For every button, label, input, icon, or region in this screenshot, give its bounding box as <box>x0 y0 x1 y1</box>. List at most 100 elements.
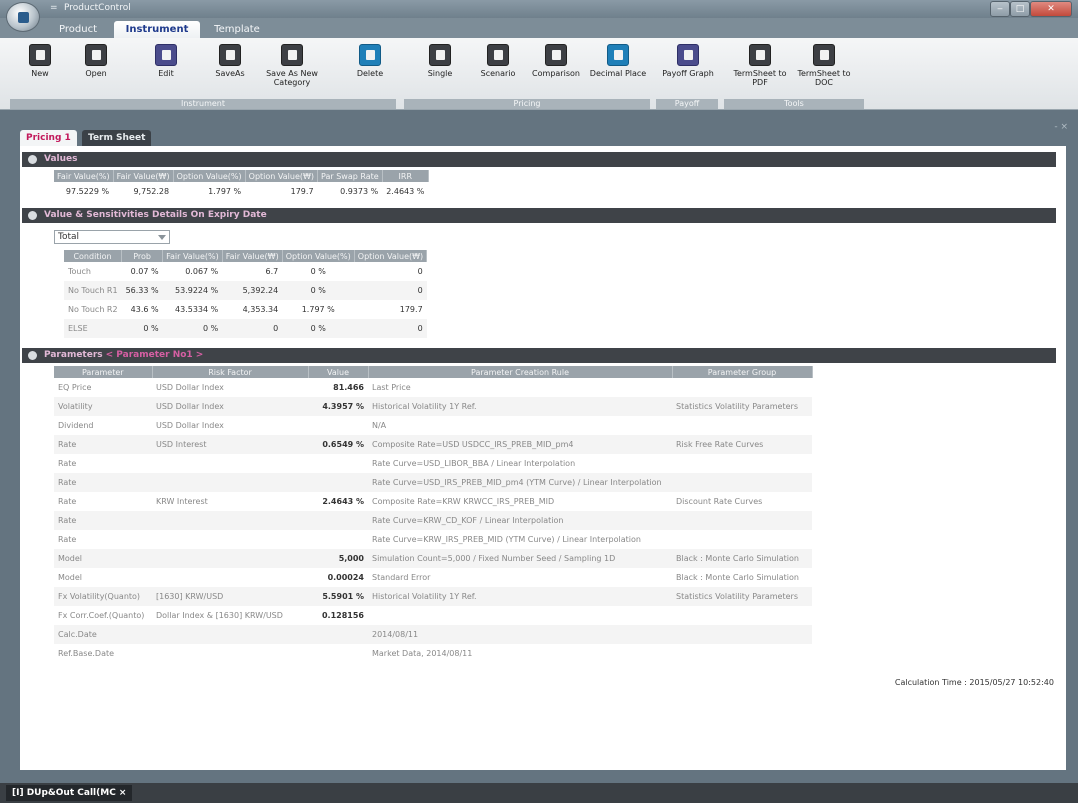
column-header[interactable]: Parameter <box>54 366 153 378</box>
table-row[interactable]: EQ Price USD Dollar Index 81.466 Last Price <box>54 378 812 397</box>
table-row[interactable]: Ref.Base.Date Market Data, 2014/08/11 <box>54 644 812 663</box>
table-cell: 0 % <box>121 319 163 338</box>
column-header[interactable]: Fair Value(%) <box>162 250 223 262</box>
column-header[interactable]: Prob <box>121 250 164 262</box>
pane-controls[interactable]: - × <box>1054 122 1068 132</box>
table-cell: Fx Corr.Coef.(Quanto) <box>58 611 145 620</box>
column-header[interactable]: Option Value(₩) <box>245 170 319 182</box>
table-row[interactable]: Rate Rate Curve=USD_LIBOR_BBA / Linear In… <box>54 454 812 473</box>
table-row[interactable]: Rate Rate Curve=KRW_IRS_PREB_MID (YTM Cur… <box>54 530 812 549</box>
column-header[interactable]: Fair Value(₩) <box>113 170 174 182</box>
column-header[interactable]: Option Value(%) <box>173 170 246 182</box>
column-header[interactable]: Condition <box>64 250 123 262</box>
tab-pricing-1[interactable]: Pricing 1 <box>20 130 77 146</box>
ribbon: New Open Edit SaveAs Save As New Categor… <box>0 38 1078 110</box>
table-cell: Dollar Index & [1630] KRW/USD <box>156 611 283 620</box>
open-document-tab[interactable]: [I] DUp&Out Call(MC × <box>6 785 133 801</box>
details-section-header[interactable]: Value & Sensitivities Details On Expiry … <box>22 208 1056 223</box>
table-cell: Simulation Count=5,000 / Fixed Number Se… <box>368 549 672 568</box>
column-header[interactable]: IRR <box>382 170 429 182</box>
table-cell: USD Dollar Index <box>152 397 308 416</box>
column-header[interactable]: Risk Factor <box>152 366 309 378</box>
table-row[interactable]: Model 0.00024 Standard Error Black : Monte … <box>54 568 812 587</box>
open-button[interactable]: Open <box>66 44 126 78</box>
table-row[interactable]: Rate Rate Curve=KRW_CD_KOF / Linear Inter… <box>54 511 812 530</box>
values-section-header[interactable]: Values <box>22 152 1056 167</box>
calculation-time: Calculation Time : 2015/05/27 10:52:40 <box>894 678 1054 687</box>
minimize-button[interactable]: ‒ <box>990 1 1010 17</box>
condition-filter-select[interactable]: Total <box>54 230 170 244</box>
table-cell: 1.797 % <box>301 305 335 314</box>
column-header[interactable]: Parameter Group <box>672 366 813 378</box>
table-row[interactable]: Fx Volatility(Quanto) [1630] KRW/USD 5.590… <box>54 587 812 606</box>
table-cell: 0.6549 % <box>308 435 368 454</box>
quick-access-toolbar[interactable]: = <box>50 3 58 13</box>
parameters-table: Parameter Risk Factor Value Parameter Cr… <box>54 366 813 663</box>
table-row[interactable]: Touch 0.07 % 0.067 % 6.7 0 % 0 <box>64 262 427 281</box>
tab-product[interactable]: Product <box>50 21 106 38</box>
table-row[interactable]: Dividend USD Dollar Index N/A <box>54 416 812 435</box>
table-row[interactable]: Rate USD Interest 0.6549 % Composite Rate=U… <box>54 435 812 454</box>
save-icon <box>219 44 241 66</box>
table-cell: 0 % <box>282 281 355 300</box>
column-header[interactable]: Parameter Creation Rule <box>368 366 673 378</box>
pdf-icon <box>749 44 771 66</box>
collapse-icon[interactable] <box>28 211 37 220</box>
delete-button[interactable]: Delete <box>340 44 400 78</box>
saveas-button[interactable]: SaveAs <box>200 44 260 78</box>
table-row[interactable]: No Touch R2 43.6 % 43.5334 % 4,353.34 1.… <box>64 300 427 319</box>
parameter-navigator[interactable]: < Parameter No1 > <box>106 350 204 360</box>
close-button[interactable]: ✕ <box>1030 1 1072 17</box>
table-row[interactable]: ELSE 0 % 0 % 0 0 % 0 <box>64 319 427 338</box>
column-header[interactable]: Par Swap Rate <box>317 170 383 182</box>
table-cell: Dividend <box>58 421 94 430</box>
table-cell <box>672 644 812 663</box>
table-cell: Historical Volatility 1Y Ref. <box>368 397 672 416</box>
parameters-section-header[interactable]: Parameters < Parameter No1 > <box>22 348 1056 363</box>
table-row[interactable]: Volatility USD Dollar Index 4.3957 % Histor… <box>54 397 812 416</box>
table-row[interactable]: Calc.Date 2014/08/11 <box>54 625 812 644</box>
column-header[interactable]: Fair Value(₩) <box>222 250 283 262</box>
new-button[interactable]: New <box>10 44 70 78</box>
table-row[interactable]: 97.5229 % 9,752.28 1.797 % 179.7 0.9373 … <box>54 182 428 201</box>
table-cell: Black : Monte Carlo Simulation <box>672 549 812 568</box>
table-row[interactable]: Rate KRW Interest 2.4643 % Composite Rate=K… <box>54 492 812 511</box>
graph-icon <box>677 44 699 66</box>
app-menu-button[interactable] <box>6 2 40 32</box>
comparison-button[interactable]: Comparison <box>526 44 586 78</box>
payoff-graph-button[interactable]: Payoff Graph <box>658 44 718 78</box>
column-header[interactable]: Option Value(₩) <box>354 250 428 262</box>
column-header[interactable]: Fair Value(%) <box>54 170 114 182</box>
chevron-down-icon[interactable] <box>158 235 166 240</box>
edit-icon <box>155 44 177 66</box>
tab-instrument[interactable]: Instrument <box>114 21 200 38</box>
decimal-place-button[interactable]: Decimal Place <box>588 44 648 78</box>
table-row[interactable]: Fx Corr.Coef.(Quanto) Dollar Index & [163… <box>54 606 812 625</box>
table-cell <box>368 606 672 625</box>
tab-template[interactable]: Template <box>204 21 270 38</box>
termsheet-pdf-button[interactable]: TermSheet to PDF <box>730 44 790 87</box>
single-button[interactable]: Single <box>410 44 470 78</box>
collapse-icon[interactable] <box>28 155 37 164</box>
table-cell <box>672 606 812 625</box>
scenario-button[interactable]: Scenario <box>468 44 528 78</box>
table-cell: 0 % <box>162 319 223 338</box>
open-icon <box>85 44 107 66</box>
table-row[interactable]: Model 5,000 Simulation Count=5,000 / Fixed… <box>54 549 812 568</box>
table-row[interactable]: No Touch R1 56.33 % 53.9224 % 5,392.24 0… <box>64 281 427 300</box>
maximize-button[interactable]: □ <box>1010 1 1030 17</box>
table-cell: 0 % <box>310 267 326 276</box>
collapse-icon[interactable] <box>28 351 37 360</box>
table-cell: Rate Curve=USD_LIBOR_BBA / Linear Interp… <box>372 459 576 468</box>
table-cell <box>152 473 308 492</box>
tab-term-sheet[interactable]: Term Sheet <box>82 130 152 146</box>
column-header[interactable]: Option Value(%) <box>282 250 355 262</box>
termsheet-doc-button[interactable]: TermSheet to DOC <box>794 44 854 87</box>
column-header[interactable]: Value <box>308 366 369 378</box>
table-row[interactable]: Rate Rate Curve=USD_IRS_PREB_MID_pm4 (YTM… <box>54 473 812 492</box>
edit-button[interactable]: Edit <box>136 44 196 78</box>
save-new-category-button[interactable]: Save As New Category <box>262 44 322 87</box>
table-cell: 179.7 <box>399 305 423 314</box>
window-title: ProductControl <box>64 3 131 13</box>
table-cell: Model <box>54 549 152 568</box>
